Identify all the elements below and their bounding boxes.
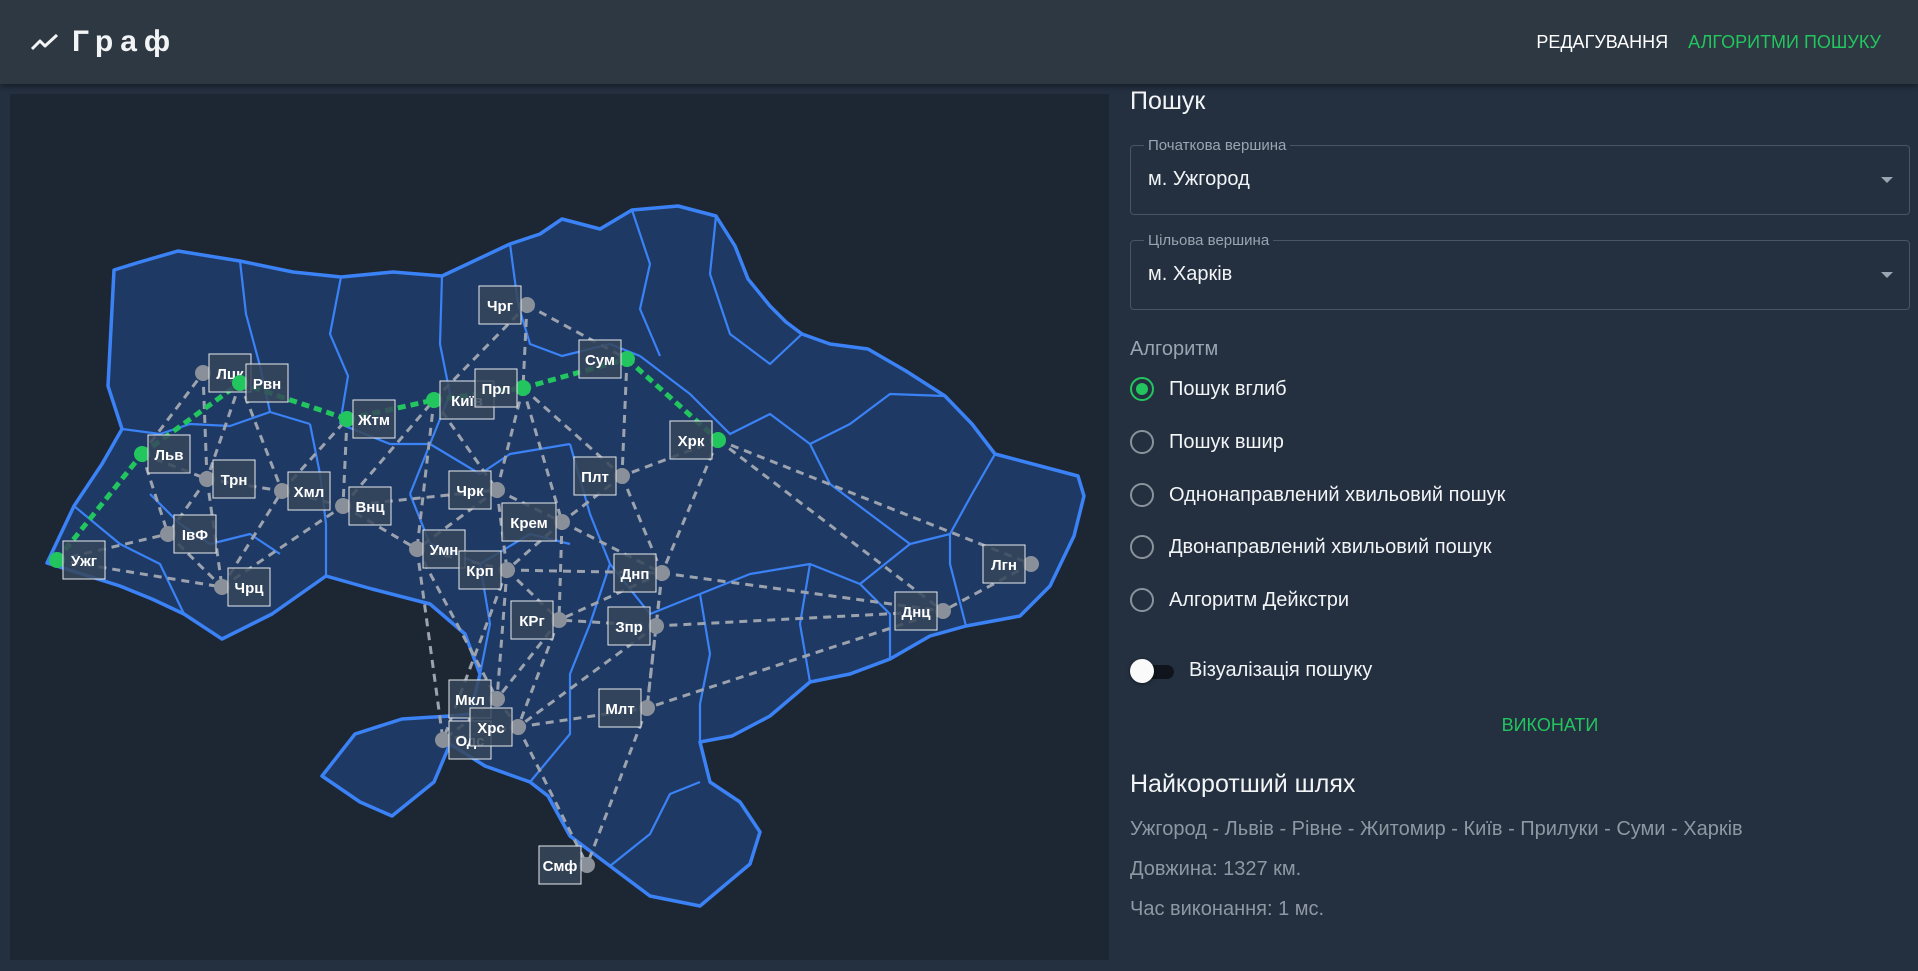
node-label: Хрс	[477, 720, 505, 737]
node-label: Днц	[902, 604, 932, 621]
radio-label: Алгоритм Дейкстри	[1169, 588, 1350, 611]
graph-map: УжгЛьвЛцкРвнТрнІвФЧрцХмлЖтмВнцКиївЧргПрл…	[45, 204, 1086, 908]
result-time: Час виконання: 1 мс.	[1130, 898, 1325, 920]
node-label: Льв	[155, 447, 184, 464]
visualization-toggle[interactable]	[1130, 656, 1178, 686]
radio-bidirectional-wave[interactable]: Двонаправлений хвильовий пошук	[1130, 531, 1492, 563]
nav-search-algorithms[interactable]: АЛГОРИТМИ ПОШУКУ	[1688, 32, 1881, 53]
visualization-label: Візуалізація пошуку	[1189, 659, 1373, 681]
node-label: Ужг	[71, 553, 97, 570]
app-title: Граф	[72, 25, 178, 58]
radio-icon[interactable]	[1130, 483, 1154, 507]
ukraine-outline	[45, 204, 1086, 908]
chevron-down-icon	[1881, 272, 1893, 278]
radio-label: Пошук вшир	[1169, 430, 1284, 453]
node-label: Лгн	[991, 557, 1017, 574]
toggle-thumb[interactable]	[1130, 659, 1154, 683]
radio-label: Однонаправлений хвильовий пошук	[1169, 483, 1506, 506]
node-label: Чрк	[456, 483, 484, 500]
search-panel: Пошук Початкова вершина м. Ужгород Цільо…	[1130, 84, 1910, 971]
node-label: Зпр	[615, 619, 643, 636]
start-vertex-label: Початкова вершина	[1144, 137, 1291, 154]
result-title: Найкоротший шлях	[1130, 770, 1356, 798]
run-button[interactable]: ВИКОНАТИ	[1470, 706, 1630, 744]
node-smf[interactable]: Смф	[538, 845, 595, 885]
node-label: Чрц	[235, 580, 265, 597]
node-label: Плт	[581, 469, 609, 486]
node-label: Мкл	[455, 692, 485, 709]
algorithm-label: Алгоритм	[1130, 338, 1219, 360]
node-label: Чрг	[487, 298, 513, 315]
node-label: Днп	[621, 566, 650, 583]
search-title: Пошук	[1130, 87, 1206, 115]
node-label: Умн	[430, 542, 459, 559]
radio-label: Пошук вглиб	[1169, 377, 1287, 400]
radio-label: Двонаправлений хвильовий пошук	[1169, 535, 1492, 558]
node-label: Крем	[510, 515, 548, 532]
nav-edit[interactable]: РЕДАГУВАННЯ	[1536, 32, 1668, 53]
radio-unidirectional-wave[interactable]: Однонаправлений хвильовий пошук	[1130, 479, 1505, 511]
node-label: Смф	[543, 858, 578, 875]
graph-map-panel: Ужг Льв Лцк Рвн Трн ІвФ Чрц Хмл Жтм Внц Київ Чрг Прл…	[10, 94, 1109, 960]
node-label: Внц	[355, 499, 385, 516]
node-label: Жтм	[357, 412, 390, 429]
node-label: Рвн	[253, 376, 281, 393]
node-label: Хмл	[294, 484, 325, 501]
radio-icon[interactable]	[1130, 535, 1154, 559]
result-length: Довжина: 1327 км.	[1130, 858, 1302, 880]
radio-dfs[interactable]: Пошук вглиб	[1130, 373, 1287, 405]
app-bar: Граф РЕДАГУВАННЯ АЛГОРИТМИ ПОШУКУ	[0, 0, 1918, 84]
node-label: КРг	[519, 613, 544, 630]
map-regions	[45, 204, 1086, 908]
node-label: Прл	[481, 381, 510, 398]
target-vertex-select[interactable]: Цільова вершина м. Харків	[1130, 232, 1910, 310]
chevron-down-icon	[1881, 177, 1893, 183]
radio-icon[interactable]	[1130, 430, 1154, 454]
start-vertex-value: м. Ужгород	[1148, 168, 1250, 190]
node-label: Трн	[221, 472, 248, 489]
radio-bfs[interactable]: Пошук вшир	[1130, 426, 1284, 458]
top-nav: РЕДАГУВАННЯ АЛГОРИТМИ ПОШУКУ	[1536, 32, 1881, 53]
result-path: Ужгород - Львів - Рівне - Житомир - Київ…	[1130, 818, 1743, 840]
trending-up-icon	[30, 33, 59, 51]
radio-icon[interactable]	[1130, 588, 1154, 612]
brand[interactable]: Граф	[30, 25, 177, 59]
node-label: Сум	[585, 352, 615, 369]
node-label: Крп	[466, 563, 493, 580]
radio-icon[interactable]	[1130, 377, 1154, 401]
node-label: Млт	[605, 701, 634, 718]
target-vertex-label: Цільова вершина	[1144, 232, 1274, 249]
node-label: ІвФ	[182, 527, 208, 544]
node-label: Хрк	[678, 433, 705, 450]
target-vertex-value: м. Харків	[1148, 263, 1233, 285]
start-vertex-select[interactable]: Початкова вершина м. Ужгород	[1130, 137, 1910, 215]
radio-dijkstra[interactable]: Алгоритм Дейкстри	[1130, 584, 1349, 616]
